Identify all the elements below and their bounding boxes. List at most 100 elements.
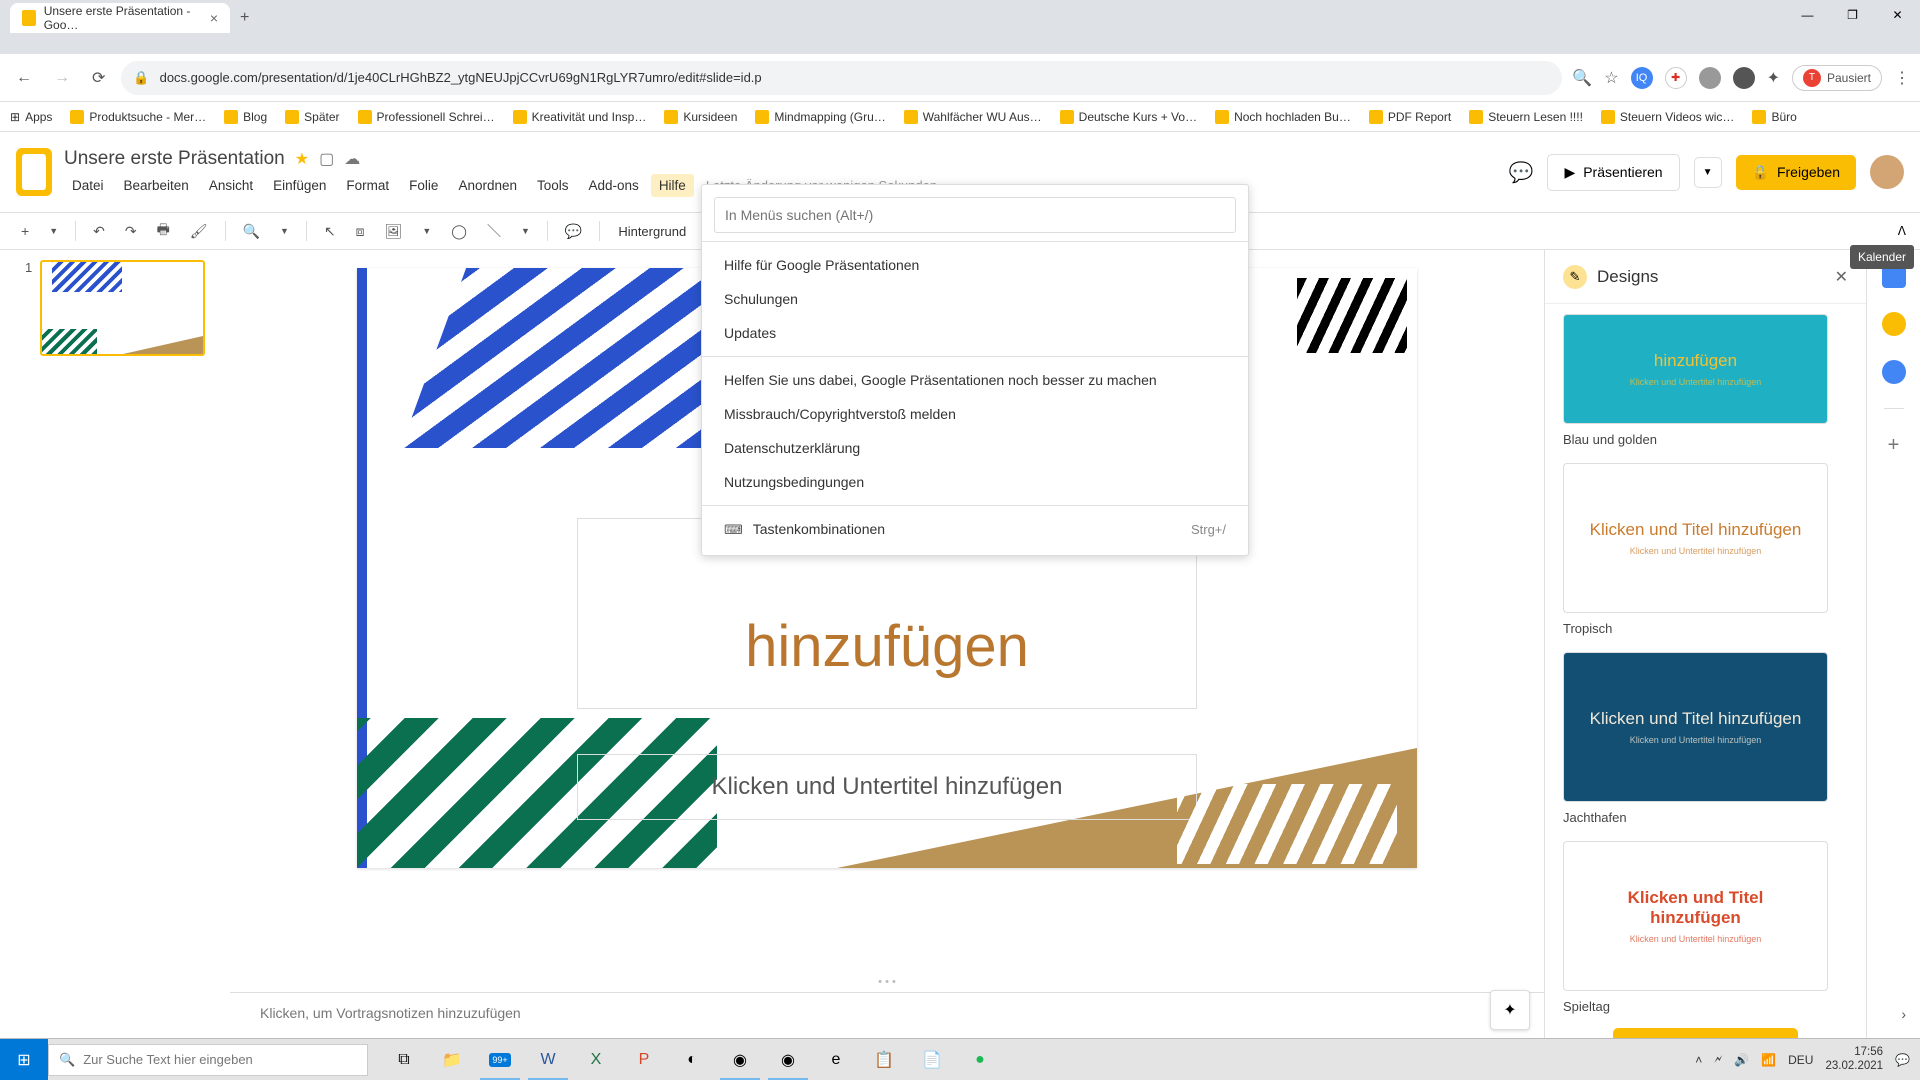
menu-anordnen[interactable]: Anordnen [450,174,525,197]
extension-icon-2[interactable]: ✚ [1665,67,1687,89]
speaker-notes[interactable]: Klicken, um Vortragsnotizen hinzuzufügen [230,992,1544,1044]
slide-subtitle-placeholder[interactable]: Klicken und Untertitel hinzufügen [577,754,1197,820]
clock[interactable]: 17:56 23.02.2021 [1825,1046,1883,1074]
slide-thumbnail-1[interactable] [40,260,205,356]
star-icon[interactable]: ☆ [1604,68,1618,88]
textbox-tool[interactable]: ⧈ [349,218,372,245]
app-icon-3[interactable]: 📄 [908,1039,956,1080]
menu-format[interactable]: Format [338,174,397,197]
menu-add-ons[interactable]: Add-ons [581,174,647,197]
present-button[interactable]: ▶ Präsentieren [1547,154,1679,191]
bookmark-item[interactable]: Später [285,110,339,124]
browser-tab[interactable]: Unsere erste Präsentation - Goo… × [10,3,230,33]
volume-icon[interactable]: 🔊 [1734,1053,1749,1067]
bookmark-item[interactable]: PDF Report [1369,110,1451,124]
help-item[interactable]: Hilfe für Google Präsentationen [702,248,1248,282]
forward-button[interactable]: → [48,63,76,93]
expand-rail-button[interactable]: › [1901,1006,1906,1022]
zoom-dropdown[interactable]: ▼ [273,221,296,241]
help-item[interactable]: Nutzungsbedingungen [702,465,1248,499]
image-tool[interactable]: 🖼 [378,218,410,245]
user-avatar[interactable] [1870,155,1904,189]
reload-button[interactable]: ⟳ [86,62,111,94]
design-theme-item[interactable]: Klicken und Titel hinzufügen Klicken und… [1563,463,1848,636]
slides-logo[interactable] [16,148,52,196]
start-button[interactable]: ⊞ [0,1039,48,1080]
new-slide-dropdown[interactable]: ▼ [42,221,65,241]
app-icon-1[interactable]: ◐ [668,1039,716,1080]
obs-icon[interactable]: ◉ [716,1039,764,1080]
document-title[interactable]: Unsere erste Präsentation [64,148,285,170]
excel-icon[interactable]: X [572,1039,620,1080]
menu-folie[interactable]: Folie [401,174,446,197]
paint-format-button[interactable]: 🖌 [183,218,215,245]
help-search-input[interactable] [714,197,1236,233]
comment-tool[interactable]: 💬 [558,218,589,245]
design-theme-item[interactable]: Klicken und Titel hinzufügen Klicken und… [1563,841,1848,1014]
bookmark-item[interactable]: Professionell Schrei… [358,110,495,124]
explore-button[interactable]: ✦ [1490,990,1530,1030]
image-dropdown[interactable]: ▼ [415,221,438,241]
minimize-button[interactable]: — [1785,0,1830,30]
menu-einfügen[interactable]: Einfügen [265,174,334,197]
maximize-button[interactable]: ❐ [1830,0,1875,30]
notifications-icon[interactable]: 💬 [1895,1053,1910,1067]
help-item[interactable]: Updates [702,316,1248,350]
bookmark-item[interactable]: Noch hochladen Bu… [1215,110,1351,124]
shape-tool[interactable]: ◯ [444,218,474,245]
share-button[interactable]: 🔒 Freigeben [1736,155,1856,190]
bookmark-item[interactable]: Produktsuche - Mer… [70,110,206,124]
star-icon[interactable]: ★ [295,149,309,169]
bookmark-item[interactable]: Wahlfächer WU Aus… [904,110,1042,124]
edge-icon[interactable]: 99+ [476,1039,524,1080]
url-bar[interactable]: 🔒 docs.google.com/presentation/d/1je40CL… [121,61,1562,95]
windows-search[interactable]: 🔍 Zur Suche Text hier eingeben [48,1044,368,1076]
cloud-status-icon[interactable]: ☁ [344,149,360,169]
language-indicator[interactable]: DEU [1788,1053,1813,1067]
background-button[interactable]: Hintergrund [610,219,694,244]
new-slide-button[interactable]: + [14,218,36,244]
zoom-button[interactable]: 🔍 [236,218,267,245]
redo-button[interactable]: ↷ [118,218,144,245]
tasks-icon[interactable] [1882,360,1906,384]
menu-tools[interactable]: Tools [529,174,577,197]
explorer-icon[interactable]: 📁 [428,1039,476,1080]
bookmark-item[interactable]: Mindmapping (Gru… [755,110,885,124]
spotify-icon[interactable]: ● [956,1039,1004,1080]
design-theme-item[interactable]: hinzufügen Klicken und Untertitel hinzuf… [1563,314,1848,447]
apps-button[interactable]: ⊞Apps [10,110,52,124]
line-dropdown[interactable]: ▼ [514,221,537,241]
bookmark-item[interactable]: Kursideen [664,110,737,124]
add-addon-icon[interactable]: + [1882,433,1906,457]
bookmark-item[interactable]: Steuern Lesen !!!! [1469,110,1583,124]
line-tool[interactable]: ＼ [480,216,508,246]
back-button[interactable]: ← [10,63,38,93]
help-item[interactable]: Helfen Sie uns dabei, Google Präsentatio… [702,363,1248,397]
extension-icon-1[interactable]: IQ [1631,67,1653,89]
powerpoint-icon[interactable]: P [620,1039,668,1080]
bookmark-item[interactable]: Kreativität und Insp… [513,110,647,124]
menu-hilfe[interactable]: Hilfe [651,174,694,197]
comments-button[interactable]: 💬 [1509,160,1534,185]
task-view-button[interactable]: ⧉ [380,1039,428,1080]
present-dropdown[interactable]: ▼ [1694,157,1722,188]
edge-browser-icon[interactable]: e [812,1039,860,1080]
print-button[interactable]: 🖶 [150,214,177,248]
close-tab-icon[interactable]: × [210,10,218,26]
bookmark-item[interactable]: Blog [224,110,267,124]
undo-button[interactable]: ↶ [86,218,112,245]
menu-ansicht[interactable]: Ansicht [201,174,261,197]
move-icon[interactable]: ▢ [319,149,334,169]
select-tool[interactable]: ↖ [317,218,343,245]
keep-icon[interactable] [1882,312,1906,336]
help-item[interactable]: Missbrauch/Copyrightverstoß melden [702,397,1248,431]
wifi-icon[interactable]: 📶 [1761,1053,1776,1067]
collapse-toolbar-button[interactable]: ᐱ [1898,224,1906,238]
extensions-button[interactable]: ✦ [1767,68,1780,88]
close-window-button[interactable]: ✕ [1875,0,1920,30]
word-icon[interactable]: W [524,1039,572,1080]
help-item[interactable]: Schulungen [702,282,1248,316]
design-theme-item[interactable]: Klicken und Titel hinzufügen Klicken und… [1563,652,1848,825]
app-icon-2[interactable]: 📋 [860,1039,908,1080]
extension-icon-4[interactable] [1733,67,1755,89]
